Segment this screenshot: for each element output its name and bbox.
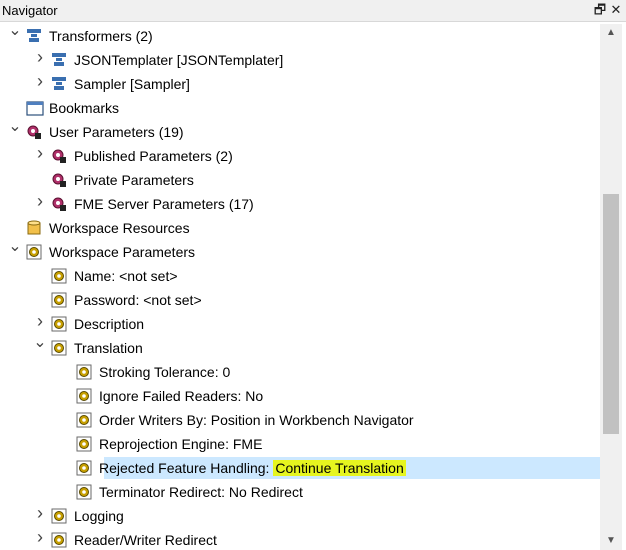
tree-item-label: Published Parameters (2)	[74, 148, 233, 164]
tree-item-sampler[interactable]: › Sampler [Sampler]	[0, 72, 600, 96]
gear-icon	[76, 388, 92, 404]
published-parameters-icon	[51, 148, 67, 164]
collapse-chevron-icon[interactable]: ⌄	[8, 239, 22, 255]
tree-item-label: Transformers (2)	[49, 28, 153, 44]
collapse-chevron-icon[interactable]: ⌄	[33, 335, 47, 351]
tree-item-translation[interactable]: ⌄ Translation	[0, 335, 600, 360]
tree-item-reprojection[interactable]: Reprojection Engine: FME	[0, 432, 600, 456]
transformer-icon	[51, 76, 67, 92]
gear-icon	[76, 484, 92, 500]
collapse-chevron-icon[interactable]: ⌄	[8, 119, 22, 135]
tree-item-label: Bookmarks	[49, 100, 120, 116]
vertical-scrollbar[interactable]: ▲ ▼	[600, 24, 622, 550]
tree-item-description[interactable]: › Description	[0, 312, 600, 336]
tree-item-label: Description	[74, 316, 145, 332]
private-parameters-icon	[51, 172, 67, 188]
server-parameters-icon	[51, 196, 67, 212]
close-icon[interactable]: ✕	[608, 2, 624, 18]
tree-item-label: Workspace Parameters	[49, 244, 196, 260]
gear-icon	[51, 316, 67, 332]
gear-icon	[76, 364, 92, 380]
scroll-down-icon[interactable]: ▼	[600, 532, 622, 550]
expand-chevron-icon[interactable]: ›	[33, 72, 47, 90]
tree-item-label: Private Parameters	[74, 172, 194, 188]
tree-item-published[interactable]: › Published Parameters (2)	[0, 144, 600, 168]
gear-icon	[51, 292, 67, 308]
tree-item-stroking[interactable]: Stroking Tolerance: 0	[0, 360, 600, 384]
gear-icon	[76, 460, 92, 476]
expand-chevron-icon[interactable]: ›	[33, 48, 47, 66]
tree-item-reader-writer[interactable]: › Reader/Writer Redirect	[0, 528, 600, 550]
tree-item-transformers[interactable]: ⌄ Transformers (2)	[0, 24, 600, 48]
scroll-up-icon[interactable]: ▲	[600, 24, 622, 42]
tree-item-label: Reader/Writer Redirect	[74, 532, 217, 548]
tree-item-ws-params[interactable]: ⌄ Workspace Parameters	[0, 239, 600, 264]
expand-chevron-icon[interactable]: ›	[33, 144, 47, 162]
gear-icon	[26, 244, 42, 260]
restore-icon[interactable]: 🗗	[592, 2, 608, 18]
user-parameters-icon	[26, 124, 42, 140]
tree-item-label: Ignore Failed Readers: No	[99, 388, 264, 404]
tree-item-label: Sampler [Sampler]	[74, 76, 190, 92]
transformer-icon	[51, 52, 67, 68]
tree-item-label: JSONTemplater [JSONTemplater]	[74, 52, 284, 68]
tree-item-label: Order Writers By: Position in Workbench …	[99, 412, 414, 428]
tree-item-label: Rejected Feature Handling: Continue Tran…	[99, 460, 406, 476]
tree-item-logging[interactable]: › Logging	[0, 504, 600, 528]
gear-icon	[51, 340, 67, 356]
tree-item-label: Name: <not set>	[74, 268, 178, 284]
expand-chevron-icon[interactable]: ›	[33, 528, 47, 546]
tree-item-name[interactable]: Name: <not set>	[0, 264, 600, 288]
tree-item-bookmarks[interactable]: Bookmarks	[0, 96, 600, 120]
tree-item-label: Password: <not set>	[74, 292, 202, 308]
expand-chevron-icon[interactable]: ›	[33, 192, 47, 210]
navigator-tree: ⌄ Transformers (2) › JSONTemplater [JSONTem…	[0, 24, 600, 550]
tree-item-rejected[interactable]: Rejected Feature Handling: Continue Tran…	[0, 456, 600, 480]
tree-item-label: Workspace Resources	[49, 220, 190, 236]
tree-item-label: Translation	[74, 340, 143, 356]
tree-item-password[interactable]: Password: <not set>	[0, 288, 600, 312]
transformer-icon	[26, 28, 42, 44]
navigator-titlebar: Navigator 🗗 ✕	[0, 0, 626, 22]
bookmark-icon	[26, 100, 44, 116]
tree-item-user-params[interactable]: ⌄ User Parameters (19)	[0, 119, 600, 144]
gear-icon	[51, 268, 67, 284]
tree-item-label: Logging	[74, 508, 124, 524]
collapse-chevron-icon[interactable]: ⌄	[8, 24, 22, 39]
highlighted-value: Continue Translation	[273, 460, 406, 476]
tree-item-ws-resources[interactable]: Workspace Resources	[0, 216, 600, 240]
tree-item-label: User Parameters (19)	[49, 124, 184, 140]
expand-chevron-icon[interactable]: ›	[33, 504, 47, 522]
tree-item-label: Reprojection Engine: FME	[99, 436, 263, 452]
gear-icon	[76, 412, 92, 428]
tree-item-label: FME Server Parameters (17)	[74, 196, 254, 212]
tree-item-jsontemplater[interactable]: › JSONTemplater [JSONTemplater]	[0, 48, 600, 72]
gear-icon	[51, 532, 67, 548]
panel-title: Navigator	[2, 3, 58, 18]
scrollbar-thumb[interactable]	[603, 194, 619, 434]
tree-item-label: Stroking Tolerance: 0	[99, 364, 231, 380]
tree-item-terminator[interactable]: Terminator Redirect: No Redirect	[0, 480, 600, 504]
gear-icon	[76, 436, 92, 452]
tree-item-private[interactable]: Private Parameters	[0, 168, 600, 192]
tree-item-ignore-failed[interactable]: Ignore Failed Readers: No	[0, 384, 600, 408]
tree-item-fme-server[interactable]: › FME Server Parameters (17)	[0, 192, 600, 216]
expand-chevron-icon[interactable]: ›	[33, 312, 47, 330]
database-icon	[26, 220, 42, 236]
tree-item-order-writers[interactable]: Order Writers By: Position in Workbench …	[0, 408, 600, 432]
gear-icon	[51, 508, 67, 524]
tree-item-label: Terminator Redirect: No Redirect	[99, 484, 303, 500]
